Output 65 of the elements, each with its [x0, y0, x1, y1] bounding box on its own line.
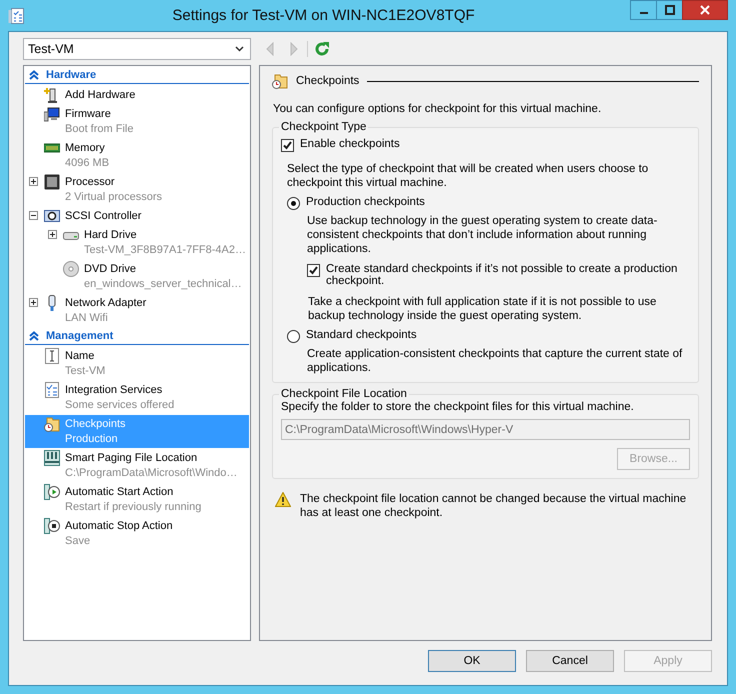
tree-item[interactable]: Hard Drive Test-VM_3F8B97A1-7FF8-4A2… [25, 226, 249, 259]
chip-icon [44, 174, 60, 190]
panel-title: Checkpoints [296, 75, 360, 87]
expand-icon[interactable] [29, 177, 38, 186]
standard-fallback-checkbox[interactable]: Create standard checkpoints if it’s not possible to create a production checkpoint. [307, 263, 690, 287]
tree-item[interactable]: Memory 4096 MB [25, 139, 249, 172]
instruction-text: Select the type of checkpoint that will be created when users choose to checkpoint this virtual machine. [287, 162, 650, 190]
settings-icon [8, 6, 26, 24]
intro-text: You can configure options for checkpoint for this virtual machine. [273, 102, 602, 116]
tree-item[interactable]: Automatic Start Action Restart if previously running [25, 483, 249, 516]
tree-item[interactable]: Processor 2 Virtual processors [25, 173, 249, 206]
folder-clock-icon [44, 416, 60, 432]
server-rack-icon [44, 450, 60, 466]
checkbox[interactable] [307, 264, 320, 277]
text-cursor-icon [44, 348, 60, 364]
section-header[interactable]: Management [25, 328, 249, 345]
controller-icon [44, 208, 60, 224]
chevron-icon [29, 331, 39, 341]
add-hardware-icon [44, 86, 60, 102]
window-title: Settings for Test-VM on WIN-NC1E2OV8TQF [172, 7, 475, 24]
section-header[interactable]: Hardware [25, 67, 249, 84]
option-description: Use backup technology in the guest operating system to create data-consistent checkpoints that don’t include information about running applications. [307, 214, 658, 256]
tree-item[interactable]: Integration Services Some services offered [25, 381, 249, 414]
expand-icon[interactable] [48, 230, 57, 239]
close-icon [699, 4, 711, 16]
tree-item[interactable]: Name Test-VM [25, 347, 249, 380]
option-description: Create application-consistent checkpoints that capture the current state of applications. [307, 347, 684, 375]
collapse-icon[interactable] [29, 211, 38, 220]
expand-icon[interactable] [29, 298, 38, 307]
chevron-icon [29, 70, 39, 80]
checklist-icon [44, 382, 60, 398]
monitor-icon [44, 106, 60, 122]
disc-icon [63, 260, 79, 276]
dialog-button[interactable]: OK [428, 650, 516, 672]
enable-checkpoints-checkbox[interactable]: Enable checkpoints [281, 138, 690, 152]
radio-button[interactable] [287, 197, 300, 210]
tree-item[interactable]: Smart Paging File Location C:\ProgramData\Microsoft\Windo… [25, 449, 249, 482]
checkpoint-type-radio[interactable]: Production checkpoints [287, 196, 690, 210]
checkpoint-type-radio[interactable]: Standard checkpoints [287, 329, 690, 343]
vm-dropdown[interactable]: Test-VM [23, 38, 251, 60]
radio-button[interactable] [287, 330, 300, 343]
play-icon [44, 484, 60, 500]
tree-item[interactable]: Add Hardware [25, 86, 249, 104]
checkbox[interactable] [281, 139, 294, 152]
folder-clock-icon [272, 73, 288, 89]
tree-item[interactable]: Network Adapter LAN Wifi [25, 294, 249, 327]
group-title: Checkpoint File Location [280, 388, 408, 400]
caret-icon [235, 46, 244, 52]
warning-text: The checkpoint file location cannot be changed because the virtual machine has at least one checkpoint. [300, 492, 688, 520]
option-note: Take a checkpoint with full application state if it is not possible to use backup technology inside the guest operating system. [308, 295, 658, 323]
stop-icon [44, 518, 60, 534]
instruction-text: Specify the folder to store the checkpoint files for this virtual machine. [281, 400, 635, 414]
tree-item[interactable]: Automatic Stop Action Save [25, 517, 249, 550]
dialog-button[interactable]: Cancel [526, 650, 614, 672]
tree-item[interactable]: SCSI Controller [25, 207, 249, 225]
close-button[interactable] [682, 0, 728, 20]
refresh-icon[interactable] [314, 41, 330, 57]
maximize-button[interactable] [656, 0, 683, 20]
maximize-icon [664, 5, 674, 15]
minimize-button[interactable] [630, 0, 657, 20]
group-title: Checkpoint Type [280, 121, 368, 133]
tree-item[interactable]: Firmware Boot from File [25, 105, 249, 138]
tree-item[interactable]: DVD Drive en_windows_server_technical… [25, 260, 249, 293]
warning-icon [275, 492, 291, 507]
minimize-icon [640, 12, 648, 14]
